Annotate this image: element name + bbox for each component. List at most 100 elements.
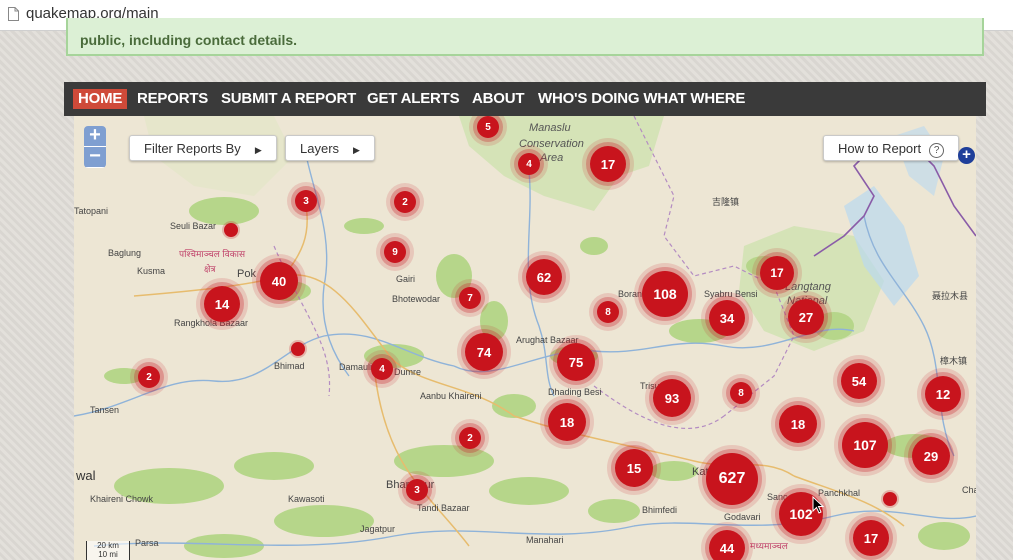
nav-who-doing-what-where[interactable]: WHO'S DOING WHAT WHERE xyxy=(538,89,745,109)
place-label: Jagatpur xyxy=(360,524,396,534)
scale-km-label: 20 km xyxy=(97,541,119,550)
report-cluster[interactable]: 9 xyxy=(384,241,406,263)
report-cluster[interactable]: 18 xyxy=(548,403,586,441)
report-cluster[interactable]: 17 xyxy=(590,146,626,182)
layers-button[interactable]: Layers ▶ xyxy=(285,135,375,161)
place-label: 吉隆镇 xyxy=(712,197,740,207)
place-label: Conservation xyxy=(519,138,584,150)
place-label: Langtang xyxy=(785,281,831,293)
report-cluster[interactable]: 3 xyxy=(406,479,428,501)
report-marker[interactable] xyxy=(224,223,238,237)
notice-banner: public, including contact details. xyxy=(66,18,984,56)
report-cluster[interactable]: 62 xyxy=(526,259,562,295)
place-label: Khaireni Chowk xyxy=(90,494,154,504)
report-cluster[interactable]: 44 xyxy=(709,530,745,560)
report-cluster[interactable]: 15 xyxy=(615,449,653,487)
help-icon: ? xyxy=(929,143,945,158)
nav-reports[interactable]: REPORTS xyxy=(137,89,208,109)
place-label: Area xyxy=(540,152,564,164)
scale-mi-label: 10 mi xyxy=(98,550,118,559)
place-label: Manaslu xyxy=(529,122,571,134)
place-label: Tansen xyxy=(90,405,120,415)
place-label: Cha xyxy=(962,485,976,495)
zoom-in-button[interactable]: + xyxy=(84,126,106,147)
report-cluster[interactable]: 27 xyxy=(788,299,824,335)
report-cluster[interactable]: 74 xyxy=(465,333,503,371)
place-label: Panchkhal xyxy=(818,488,861,498)
report-cluster[interactable]: 93 xyxy=(653,379,691,417)
caret-right-icon: ▶ xyxy=(254,145,262,155)
place-label: Kawasoti xyxy=(288,494,325,504)
place-label: Baglung xyxy=(108,248,142,258)
filter-reports-button[interactable]: Filter Reports By ▶ xyxy=(129,135,277,161)
page-icon xyxy=(8,7,19,21)
report-cluster[interactable]: 8 xyxy=(730,382,752,404)
report-cluster[interactable]: 14 xyxy=(204,286,240,322)
report-cluster[interactable]: 12 xyxy=(925,376,961,412)
report-cluster[interactable]: 29 xyxy=(912,437,950,475)
place-label: क्षेत्र xyxy=(204,264,216,274)
place-label: Kusma xyxy=(137,266,166,276)
place-label: 聂拉木县 xyxy=(932,291,969,301)
place-label: Gairi xyxy=(396,274,416,284)
place-label: Manahari xyxy=(526,535,564,545)
report-cluster[interactable]: 17 xyxy=(760,256,794,290)
report-cluster[interactable]: 34 xyxy=(709,300,745,336)
report-cluster[interactable]: 108 xyxy=(642,271,688,317)
report-cluster[interactable]: 54 xyxy=(841,363,877,399)
place-label: Pok xyxy=(237,268,256,280)
place-label: Tandi Bazaar xyxy=(417,503,470,513)
place-label: पश्चिमाञ्चल विकास xyxy=(179,249,246,259)
report-cluster[interactable]: 2 xyxy=(394,191,416,213)
report-cluster[interactable]: 17 xyxy=(853,520,889,556)
report-cluster[interactable]: 3 xyxy=(295,190,317,212)
expand-panel-icon[interactable]: + xyxy=(958,147,975,164)
place-label: 樟木镇 xyxy=(940,356,968,366)
report-cluster[interactable]: 8 xyxy=(597,301,619,323)
nav-submit-report[interactable]: SUBMIT A REPORT xyxy=(221,89,356,109)
place-label: Bhimad xyxy=(274,361,305,371)
filter-reports-label: Filter Reports By xyxy=(144,141,241,156)
place-label: Syabru Bensi xyxy=(704,289,758,299)
place-label: Dhading Besi xyxy=(548,387,602,397)
mouse-cursor-icon xyxy=(812,496,824,514)
report-cluster[interactable]: 75 xyxy=(557,343,595,381)
nav-get-alerts[interactable]: GET ALERTS xyxy=(367,89,460,109)
main-nav: HOME REPORTS SUBMIT A REPORT GET ALERTS … xyxy=(64,82,986,116)
report-cluster[interactable]: 18 xyxy=(779,405,817,443)
how-to-report-label: How to Report xyxy=(838,141,922,156)
place-label: Tatopani xyxy=(74,206,109,216)
map-scale-bar: 20 km 10 mi xyxy=(86,541,130,560)
report-cluster[interactable]: 7 xyxy=(459,287,481,309)
report-cluster[interactable]: 107 xyxy=(842,422,888,468)
place-label: Aanbu Khaireni xyxy=(420,391,482,401)
place-label: wal xyxy=(76,468,96,483)
how-to-report-button[interactable]: How to Report? xyxy=(823,135,960,161)
place-label: Bhotewodar xyxy=(392,294,441,304)
report-marker[interactable] xyxy=(291,342,305,356)
report-cluster[interactable]: 40 xyxy=(260,262,298,300)
place-label: Damauli xyxy=(339,362,373,372)
caret-right-icon: ▶ xyxy=(353,145,360,155)
place-label: Godavari xyxy=(724,512,761,522)
report-cluster[interactable]: 627 xyxy=(706,453,758,505)
place-label: Parsa xyxy=(135,538,159,548)
zoom-out-button[interactable]: − xyxy=(84,146,106,168)
place-label: Dumre xyxy=(394,367,422,377)
nav-home[interactable]: HOME xyxy=(73,89,128,109)
place-label: Seuli Bazar xyxy=(170,221,217,231)
place-label: मध्यमाञ्चल xyxy=(750,541,788,551)
notice-text: public, including contact details. xyxy=(80,32,298,48)
report-cluster[interactable]: 4 xyxy=(371,358,393,380)
nav-about[interactable]: ABOUT xyxy=(472,89,525,109)
map-canvas[interactable]: Manaslu Conservation Area Tatopani Seuli… xyxy=(74,116,976,560)
report-marker[interactable] xyxy=(883,492,897,506)
layers-label: Layers xyxy=(300,141,340,156)
place-label: Boran xyxy=(618,289,643,299)
place-label: Rangkhola Bazaar xyxy=(174,318,249,328)
zoom-control: + − xyxy=(84,126,106,168)
report-cluster[interactable]: 4 xyxy=(518,153,540,175)
report-cluster[interactable]: 2 xyxy=(459,427,481,449)
report-cluster[interactable]: 2 xyxy=(138,366,160,388)
report-cluster[interactable]: 5 xyxy=(477,116,499,138)
